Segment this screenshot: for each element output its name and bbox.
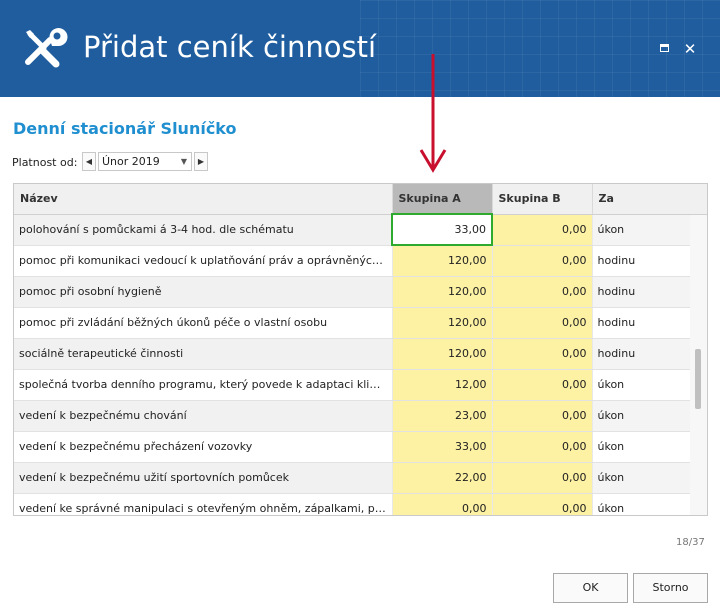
group-a-price-cell[interactable]: 12,00 xyxy=(392,369,493,401)
scrollbar-corner xyxy=(690,184,707,215)
next-month-button[interactable]: ▶ xyxy=(194,152,208,171)
cancel-button[interactable]: Storno xyxy=(633,573,708,603)
activity-name-cell: vedení k bezpečnému chování xyxy=(14,400,393,432)
activity-name-cell: vedení ke správné manipulaci s otevřeným… xyxy=(14,493,393,515)
table-row[interactable]: pomoc při osobní hygieně 120,00 0,00 hod… xyxy=(14,276,691,308)
group-a-price-input[interactable]: 33,00 xyxy=(391,213,493,246)
price-table: Název Skupina A Skupina B Za polohování … xyxy=(14,184,691,515)
unit-cell: úkon xyxy=(592,493,691,515)
unit-cell: hodinu xyxy=(592,276,691,308)
column-header-name[interactable]: Název xyxy=(14,184,393,215)
group-a-price-cell[interactable]: 120,00 xyxy=(392,245,493,277)
unit-cell: úkon xyxy=(592,431,691,463)
table-row[interactable]: vedení k bezpečnému užití sportovních po… xyxy=(14,462,691,494)
table-row[interactable]: pomoc při zvládání běžných úkonů péče o … xyxy=(14,307,691,339)
unit-cell: úkon xyxy=(592,400,691,432)
unit-cell: hodinu xyxy=(592,338,691,370)
vertical-scrollbar[interactable] xyxy=(690,215,707,515)
close-icon: ✕ xyxy=(683,40,697,58)
activity-name-cell: vedení k bezpečnému přecházení vozovky xyxy=(14,431,393,463)
chevron-right-icon: ▶ xyxy=(197,157,205,166)
group-a-price-cell[interactable]: 0,00 xyxy=(392,493,493,515)
group-b-price-cell[interactable]: 0,00 xyxy=(492,493,593,515)
unit-cell: hodinu xyxy=(592,307,691,339)
activity-name-cell: pomoc při komunikaci vedoucí k uplatňová… xyxy=(14,245,393,277)
tools-icon xyxy=(25,28,68,68)
window-title: Přidat ceník činností xyxy=(83,30,377,64)
activity-name-cell: sociálně terapeutické činnosti xyxy=(14,338,393,370)
table-row[interactable]: vedení k bezpečnému přecházení vozovky 3… xyxy=(14,431,691,463)
table-row[interactable]: vedení k bezpečnému chování 23,00 0,00 ú… xyxy=(14,400,691,432)
scrollbar-thumb[interactable] xyxy=(695,349,701,409)
group-b-price-cell[interactable]: 0,00 xyxy=(492,307,593,339)
column-header-unit[interactable]: Za xyxy=(592,184,691,215)
maximize-icon xyxy=(659,44,669,52)
group-b-price-cell[interactable]: 0,00 xyxy=(492,462,593,494)
month-picker: ◀ Únor 2019 ▼ ▶ xyxy=(82,152,208,171)
column-header-group-b[interactable]: Skupina B xyxy=(492,184,593,215)
unit-cell: úkon xyxy=(592,369,691,401)
column-header-group-a[interactable]: Skupina A xyxy=(392,184,493,215)
table-header-row: Název Skupina A Skupina B Za xyxy=(14,184,691,215)
activity-name-cell: pomoc při zvládání běžných úkonů péče o … xyxy=(14,307,393,339)
close-button[interactable]: ✕ xyxy=(683,40,697,58)
table-row[interactable]: polohování s pomůckami á 3-4 hod. dle sc… xyxy=(14,213,691,246)
activity-name-cell: vedení k bezpečnému užití sportovních po… xyxy=(14,462,393,494)
group-a-price-cell[interactable]: 33,00 xyxy=(392,431,493,463)
group-a-price-cell[interactable]: 22,00 xyxy=(392,462,493,494)
title-bar: Přidat ceník činností ✕ xyxy=(0,0,720,97)
group-a-price-cell[interactable]: 120,00 xyxy=(392,338,493,370)
group-b-price-cell[interactable]: 0,00 xyxy=(492,214,593,246)
price-grid: Název Skupina A Skupina B Za polohování … xyxy=(13,183,708,516)
unit-cell: úkon xyxy=(592,214,691,246)
table-row[interactable]: vedení ke správné manipulaci s otevřeným… xyxy=(14,493,691,515)
organization-name: Denní stacionář Sluníčko xyxy=(13,119,237,138)
group-b-price-cell[interactable]: 0,00 xyxy=(492,276,593,308)
group-b-price-cell[interactable]: 0,00 xyxy=(492,369,593,401)
record-counter: 18/37 xyxy=(676,537,705,548)
activity-name-cell: společná tvorba denního programu, který … xyxy=(14,369,393,401)
group-b-price-cell[interactable]: 0,00 xyxy=(492,338,593,370)
activity-name-cell: pomoc při osobní hygieně xyxy=(14,276,393,308)
validity-label: Platnost od: xyxy=(12,156,78,169)
unit-cell: úkon xyxy=(592,462,691,494)
table-row[interactable]: pomoc při komunikaci vedoucí k uplatňová… xyxy=(14,245,691,277)
group-b-price-cell[interactable]: 0,00 xyxy=(492,400,593,432)
group-a-price-cell[interactable]: 120,00 xyxy=(392,307,493,339)
group-b-price-cell[interactable]: 0,00 xyxy=(492,245,593,277)
table-row[interactable]: sociálně terapeutické činnosti 120,00 0,… xyxy=(14,338,691,370)
chevron-left-icon: ◀ xyxy=(85,157,93,166)
previous-month-button[interactable]: ◀ xyxy=(82,152,96,171)
unit-cell: hodinu xyxy=(592,245,691,277)
month-value: Únor 2019 xyxy=(102,155,160,168)
group-a-price-cell[interactable]: 23,00 xyxy=(392,400,493,432)
chevron-down-icon: ▼ xyxy=(180,157,187,166)
annotation-arrow-icon xyxy=(419,54,447,173)
group-b-price-cell[interactable]: 0,00 xyxy=(492,431,593,463)
activity-name-cell: polohování s pomůckami á 3-4 hod. dle sc… xyxy=(14,214,393,246)
table-row[interactable]: společná tvorba denního programu, který … xyxy=(14,369,691,401)
maximize-button[interactable] xyxy=(657,42,671,56)
month-select[interactable]: Únor 2019 ▼ xyxy=(98,152,192,171)
group-a-price-cell[interactable]: 120,00 xyxy=(392,276,493,308)
ok-button[interactable]: OK xyxy=(553,573,628,603)
